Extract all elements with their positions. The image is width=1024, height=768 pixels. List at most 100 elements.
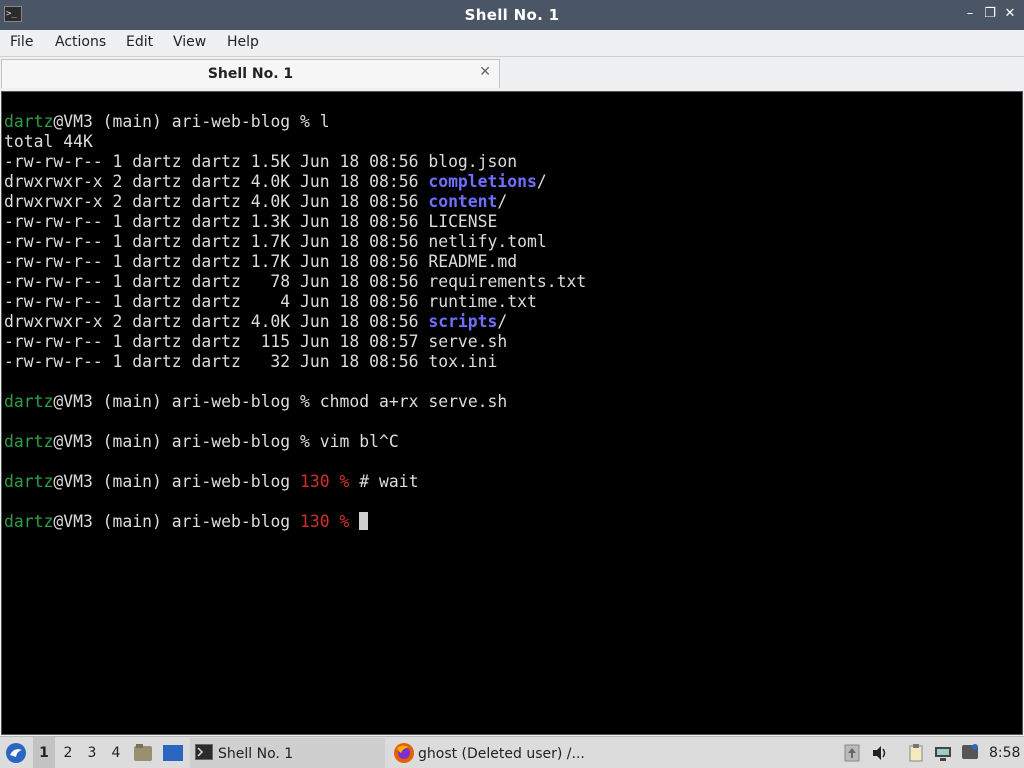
terminal-line: total 44K bbox=[4, 132, 93, 151]
menu-actions[interactable]: Actions bbox=[55, 34, 106, 50]
clipboard-icon[interactable] bbox=[907, 744, 925, 762]
ls-meta: -rw-rw-r-- 1 dartz dartz 1.5K Jun 18 08:… bbox=[4, 152, 429, 171]
command-text: l bbox=[319, 112, 330, 131]
window-title: Shell No. 1 bbox=[464, 6, 560, 24]
prompt-symbol: % bbox=[339, 472, 350, 491]
ls-entry: -rw-rw-r-- 1 dartz dartz 1.7K Jun 18 08:… bbox=[4, 232, 1014, 252]
prompt-symbol: % bbox=[300, 112, 310, 131]
prompt-user: dartz bbox=[4, 512, 54, 531]
menu-help[interactable]: Help bbox=[227, 34, 259, 50]
prompt-symbol: % bbox=[300, 432, 310, 451]
tab-bar: Shell No. 1 ✕ bbox=[0, 57, 1024, 89]
file-manager-launcher[interactable] bbox=[133, 737, 155, 768]
terminal-line: dartz@VM3 (main) ari-web-blog % l bbox=[4, 112, 1014, 132]
terminal-active-line[interactable]: dartz@VM3 (main) ari-web-blog 130 % bbox=[4, 512, 1014, 532]
terminal-output: dartz@VM3 (main) ari-web-blog % l total … bbox=[4, 112, 1014, 532]
exit-code: 130 bbox=[300, 472, 330, 491]
menu-view[interactable]: View bbox=[173, 34, 206, 50]
close-button[interactable]: ✕ bbox=[1002, 5, 1018, 23]
task-label: Shell No. 1 bbox=[218, 746, 294, 762]
prompt-user: dartz bbox=[4, 112, 54, 131]
menu-file[interactable]: File bbox=[10, 34, 33, 50]
prompt-user: dartz bbox=[4, 392, 54, 411]
prompt-path: @VM3 (main) ari-web-blog bbox=[53, 512, 301, 531]
workspace-1[interactable]: 1 bbox=[33, 737, 55, 768]
clock[interactable]: 8:58 bbox=[989, 737, 1021, 768]
command-text: chmod a+rx serve.sh bbox=[319, 392, 508, 411]
firefox-icon bbox=[394, 743, 414, 763]
prompt-user: dartz bbox=[4, 472, 54, 491]
restore-button[interactable]: ❐ bbox=[982, 5, 998, 23]
workspace-4[interactable]: 4 bbox=[105, 737, 127, 768]
task-label: ghost (Deleted user) /... bbox=[418, 746, 585, 762]
prompt-path: @VM3 (main) ari-web-blog bbox=[53, 112, 301, 131]
taskbar: 1 2 3 4 Shell No. 1 ghost (Deleted user)… bbox=[0, 736, 1024, 768]
ls-name: serve.sh bbox=[428, 332, 508, 351]
minimize-button[interactable]: – bbox=[962, 5, 978, 23]
terminal-frame: dartz@VM3 (main) ari-web-blog % l total … bbox=[0, 89, 1024, 736]
ls-name: runtime.txt bbox=[428, 292, 537, 311]
ls-meta: -rw-rw-r-- 1 dartz dartz 1.7K Jun 18 08:… bbox=[4, 232, 429, 251]
command-text: vim bl^C bbox=[319, 432, 399, 451]
menu-edit[interactable]: Edit bbox=[126, 34, 153, 50]
prompt-user: dartz bbox=[4, 432, 54, 451]
ls-meta: -rw-rw-r-- 1 dartz dartz 78 Jun 18 08:56 bbox=[4, 272, 429, 291]
tab-shell-1[interactable]: Shell No. 1 ✕ bbox=[1, 59, 500, 88]
ls-dir-name: completions bbox=[428, 172, 537, 191]
ls-meta: drwxrwxr-x 2 dartz dartz 4.0K Jun 18 08:… bbox=[4, 192, 429, 211]
terminal-view[interactable]: dartz@VM3 (main) ari-web-blog % l total … bbox=[1, 91, 1023, 735]
folder-icon bbox=[134, 744, 152, 761]
tab-close-icon[interactable]: ✕ bbox=[479, 64, 491, 80]
terminal-line: dartz@VM3 (main) ari-web-blog 130 % # wa… bbox=[4, 472, 1014, 492]
volume-icon[interactable] bbox=[871, 744, 889, 762]
workspace-3[interactable]: 3 bbox=[81, 737, 103, 768]
network-icon[interactable] bbox=[934, 744, 952, 762]
ls-name: netlify.toml bbox=[428, 232, 547, 251]
ls-meta: -rw-rw-r-- 1 dartz dartz 32 Jun 18 08:56 bbox=[4, 352, 429, 371]
task-shell-no-1[interactable]: Shell No. 1 bbox=[190, 738, 385, 768]
ls-meta: -rw-rw-r-- 1 dartz dartz 1.3K Jun 18 08:… bbox=[4, 212, 429, 231]
ls-name: requirements.txt bbox=[428, 272, 587, 291]
ls-meta: drwxrwxr-x 2 dartz dartz 4.0K Jun 18 08:… bbox=[4, 312, 429, 331]
upload-icon[interactable] bbox=[843, 744, 861, 762]
command-text: # wait bbox=[359, 472, 419, 491]
notification-icon[interactable] bbox=[961, 744, 979, 762]
prompt-symbol: % bbox=[339, 512, 350, 531]
ls-entry: drwxrwxr-x 2 dartz dartz 4.0K Jun 18 08:… bbox=[4, 192, 508, 211]
start-menu-button[interactable] bbox=[4, 737, 30, 768]
task-ghost-firefox[interactable]: ghost (Deleted user) /... bbox=[390, 738, 640, 768]
ls-name: tox.ini bbox=[428, 352, 498, 371]
text-cursor bbox=[359, 512, 369, 530]
ls-name: LICENSE bbox=[428, 212, 498, 231]
ls-name: README.md bbox=[428, 252, 518, 271]
ls-entry: -rw-rw-r-- 1 dartz dartz 4 Jun 18 08:56 … bbox=[4, 292, 1014, 312]
terminal-line: dartz@VM3 (main) ari-web-blog % vim bl^C bbox=[4, 432, 1014, 452]
prompt-path: @VM3 (main) ari-web-blog bbox=[53, 392, 301, 411]
ls-meta: drwxrwxr-x 2 dartz dartz 4.0K Jun 18 08:… bbox=[4, 172, 429, 191]
ls-entry: -rw-rw-r-- 1 dartz dartz 1.5K Jun 18 08:… bbox=[4, 152, 1014, 172]
ls-meta: -rw-rw-r-- 1 dartz dartz 115 Jun 18 08:5… bbox=[4, 332, 429, 351]
terminal-line: dartz@VM3 (main) ari-web-blog % chmod a+… bbox=[4, 392, 1014, 412]
desktop-icon bbox=[163, 745, 183, 761]
prompt-path: @VM3 (main) ari-web-blog bbox=[53, 432, 301, 451]
ls-entry: drwxrwxr-x 2 dartz dartz 4.0K Jun 18 08:… bbox=[4, 312, 508, 331]
ls-entry: drwxrwxr-x 2 dartz dartz 4.0K Jun 18 08:… bbox=[4, 172, 547, 191]
ls-entry: -rw-rw-r-- 1 dartz dartz 1.3K Jun 18 08:… bbox=[4, 212, 1014, 232]
ls-dir-name: content bbox=[428, 192, 498, 211]
ls-entry: -rw-rw-r-- 1 dartz dartz 32 Jun 18 08:56… bbox=[4, 352, 1014, 372]
prompt-path: @VM3 (main) ari-web-blog bbox=[53, 472, 301, 491]
exit-code: 130 bbox=[300, 512, 330, 531]
ls-entry: -rw-rw-r-- 1 dartz dartz 115 Jun 18 08:5… bbox=[4, 332, 1014, 352]
workspace-2[interactable]: 2 bbox=[57, 737, 79, 768]
ls-meta: -rw-rw-r-- 1 dartz dartz 1.7K Jun 18 08:… bbox=[4, 252, 429, 271]
ls-meta: -rw-rw-r-- 1 dartz dartz 4 Jun 18 08:56 bbox=[4, 292, 429, 311]
ls-name: blog.json bbox=[428, 152, 518, 171]
show-desktop-button[interactable] bbox=[162, 737, 186, 768]
prompt-symbol: % bbox=[300, 392, 310, 411]
window-titlebar: >_ Shell No. 1 – ❐ ✕ bbox=[0, 0, 1024, 30]
menu-bar: File Actions Edit View Help bbox=[0, 30, 1024, 57]
